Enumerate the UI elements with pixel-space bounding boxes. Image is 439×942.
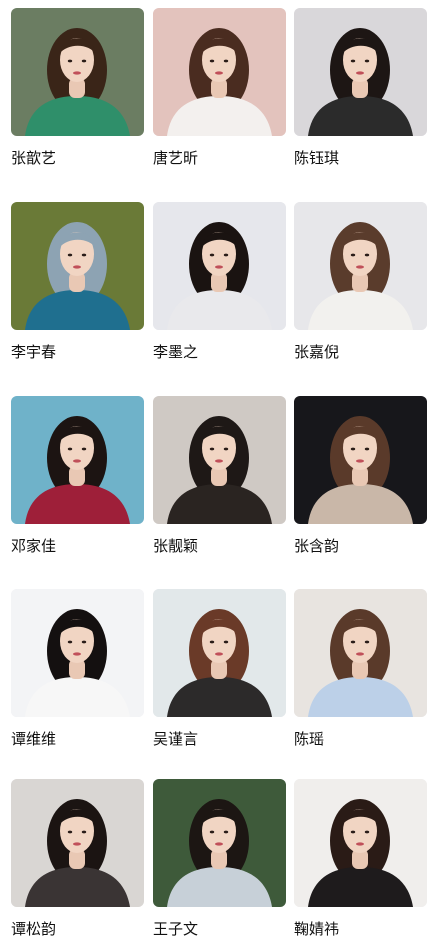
person-photo[interactable] <box>294 8 427 136</box>
person-photo[interactable] <box>11 8 144 136</box>
person-name[interactable]: 谭维维 <box>11 729 144 749</box>
person-name[interactable]: 谭松韵 <box>11 919 144 939</box>
person-name[interactable]: 李宇春 <box>11 342 144 362</box>
person-card[interactable]: 张含韵 <box>294 396 427 556</box>
person-card[interactable]: 张嘉倪 <box>294 202 427 362</box>
person-photo[interactable] <box>11 779 144 907</box>
person-photo[interactable] <box>11 589 144 717</box>
person-name[interactable]: 陈瑶 <box>294 729 427 749</box>
person-name[interactable]: 邓家佳 <box>11 536 144 556</box>
person-name[interactable]: 张嘉倪 <box>294 342 427 362</box>
person-card[interactable]: 陈瑶 <box>294 589 427 749</box>
person-card[interactable]: 王子文 <box>153 779 286 939</box>
person-photo[interactable] <box>294 779 427 907</box>
person-name[interactable]: 王子文 <box>153 919 286 939</box>
person-photo[interactable] <box>294 396 427 524</box>
person-card[interactable]: 吴谨言 <box>153 589 286 749</box>
person-name[interactable]: 张歆艺 <box>11 148 144 168</box>
person-card[interactable]: 鞠婧祎 <box>294 779 427 939</box>
person-photo[interactable] <box>153 202 286 330</box>
person-card[interactable]: 张歆艺 <box>11 8 144 168</box>
person-name[interactable]: 吴谨言 <box>153 729 286 749</box>
person-name[interactable]: 唐艺昕 <box>153 148 286 168</box>
person-name[interactable]: 张含韵 <box>294 536 427 556</box>
celebrity-grid: 张歆艺 唐艺昕 陈钰琪 李宇春 李墨之 张嘉倪 邓家佳 张靓颖 张含韵 谭维维 <box>0 0 439 942</box>
person-card[interactable]: 李宇春 <box>11 202 144 362</box>
person-name[interactable]: 陈钰琪 <box>294 148 427 168</box>
person-photo[interactable] <box>11 396 144 524</box>
person-name[interactable]: 张靓颖 <box>153 536 286 556</box>
person-card[interactable]: 谭维维 <box>11 589 144 749</box>
person-card[interactable]: 陈钰琪 <box>294 8 427 168</box>
person-name[interactable]: 李墨之 <box>153 342 286 362</box>
person-name[interactable]: 鞠婧祎 <box>294 919 427 939</box>
person-photo[interactable] <box>153 8 286 136</box>
person-card[interactable]: 邓家佳 <box>11 396 144 556</box>
person-card[interactable]: 张靓颖 <box>153 396 286 556</box>
person-photo[interactable] <box>153 589 286 717</box>
person-photo[interactable] <box>294 589 427 717</box>
person-photo[interactable] <box>11 202 144 330</box>
person-card[interactable]: 李墨之 <box>153 202 286 362</box>
person-card[interactable]: 唐艺昕 <box>153 8 286 168</box>
person-card[interactable]: 谭松韵 <box>11 779 144 939</box>
person-photo[interactable] <box>294 202 427 330</box>
person-photo[interactable] <box>153 396 286 524</box>
person-photo[interactable] <box>153 779 286 907</box>
